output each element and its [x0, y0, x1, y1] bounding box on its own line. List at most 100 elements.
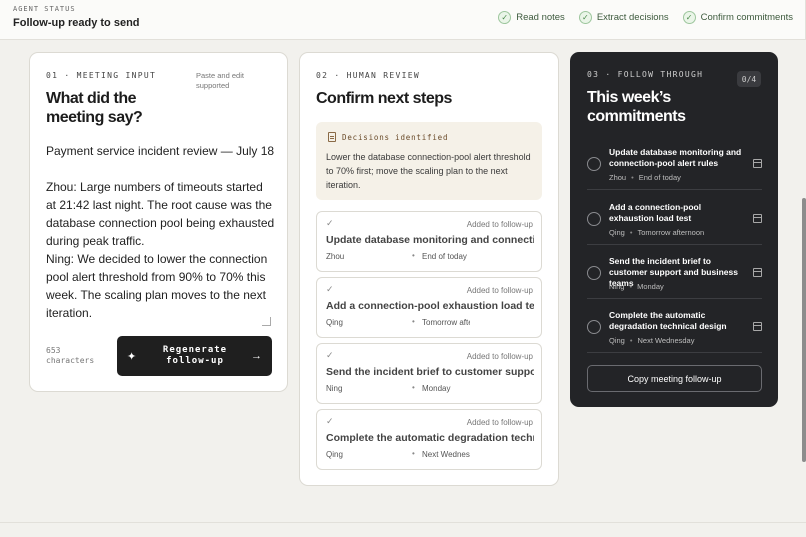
decisions-header: Decisions identified: [328, 132, 448, 142]
commitment-due: Next Wednesday: [637, 336, 695, 345]
due-field[interactable]: End of today: [422, 252, 470, 261]
separator-dot: •: [631, 173, 634, 182]
owner-field[interactable]: Zhou: [326, 252, 344, 261]
commitment-owner: Qing: [609, 336, 625, 345]
commitment-item[interactable]: Send the incident brief to customer supp…: [587, 256, 762, 299]
human-review-card: 02 · HUMAN REVIEW Confirm next steps Dec…: [299, 52, 559, 486]
regenerate-label: Regenerate follow-up: [162, 345, 228, 366]
meeting-heading-line: Payment service incident review — July 1…: [46, 144, 275, 158]
progress-steps: ✓ Read notes ✓ Extract decisions ✓ Confi…: [498, 11, 793, 24]
commitment-due: Monday: [637, 282, 664, 291]
section-label: 03 · FOLLOW THROUGH: [587, 70, 704, 79]
step-read-notes: ✓ Read notes: [498, 11, 565, 24]
added-status: Added to follow-up: [466, 286, 533, 295]
check-icon: ✓: [498, 11, 512, 24]
copy-follow-up-button[interactable]: Copy meeting follow-up: [587, 365, 762, 392]
check-icon: ✓: [578, 11, 592, 24]
separator-dot: •: [412, 449, 415, 458]
added-status: Added to follow-up: [466, 352, 533, 361]
calendar-icon[interactable]: [753, 322, 762, 331]
commitment-title: Complete the automatic degradation techn…: [609, 310, 727, 331]
commitment-meta: Qing • Next Wednesday: [609, 336, 694, 345]
checkbox-circle[interactable]: [587, 266, 601, 280]
footer-divider: [0, 522, 806, 523]
check-icon: ✓: [326, 416, 334, 426]
checkbox-circle[interactable]: [587, 157, 601, 171]
resize-handle[interactable]: [262, 317, 271, 326]
completion-count: 0/4: [737, 71, 761, 87]
char-count-value: 653: [46, 346, 61, 355]
commitment-item[interactable]: Update database monitoring and connectio…: [587, 147, 762, 190]
step-label: Confirm commitments: [700, 12, 793, 23]
commitment-title: Add a connection-pool exhaustion load te…: [609, 202, 702, 223]
section-title: This week’s commitments: [587, 89, 686, 125]
paste-hint: Paste and edit supported: [196, 71, 244, 90]
review-item-title[interactable]: Send the incident brief to customer supp…: [326, 366, 534, 378]
decisions-text: Lower the database connection-pool alert…: [326, 152, 531, 190]
review-item[interactable]: ✓ Added to follow-up Complete the automa…: [316, 409, 542, 470]
review-item-title[interactable]: Update database monitoring and connectio…: [326, 234, 534, 246]
separator-dot: •: [629, 282, 633, 291]
separator-dot: •: [412, 251, 415, 260]
check-icon: ✓: [326, 284, 334, 294]
review-item[interactable]: ✓ Added to follow-up Send the incident b…: [316, 343, 542, 404]
commitment-owner: Ning: [609, 282, 625, 291]
regenerate-follow-up-button[interactable]: ✦ Regenerate follow-up →: [117, 336, 272, 376]
decisions-panel: Decisions identified Lower the database …: [316, 122, 542, 200]
checkbox-circle[interactable]: [587, 320, 601, 334]
step-extract-decisions: ✓ Extract decisions: [578, 11, 669, 24]
commitment-meta: Ning • Monday: [609, 282, 664, 291]
commitment-owner: Qing: [609, 228, 625, 237]
review-item-title[interactable]: Complete the automatic degradation techn…: [326, 432, 534, 444]
calendar-icon[interactable]: [753, 268, 762, 277]
due-field[interactable]: Next Wednesday: [422, 450, 470, 459]
meeting-notes-textarea[interactable]: Payment service incident review — July 1…: [46, 142, 276, 324]
document-icon: [328, 132, 336, 142]
added-status: Added to follow-up: [466, 220, 533, 229]
calendar-icon[interactable]: [753, 214, 762, 223]
owner-field[interactable]: Ning: [326, 384, 342, 393]
sparkle-icon: ✦: [127, 350, 137, 363]
review-item-title[interactable]: Add a connection-pool exhaustion load te…: [326, 300, 534, 312]
commitment-due: End of today: [638, 173, 681, 182]
separator-dot: •: [629, 336, 633, 345]
check-icon: ✓: [682, 11, 696, 24]
commitment-owner: Zhou: [609, 173, 627, 182]
agent-status-bar: AGENT STATUS Follow-up ready to send ✓ R…: [0, 0, 806, 40]
due-field[interactable]: Monday: [422, 384, 470, 393]
section-label: 02 · HUMAN REVIEW: [316, 71, 420, 80]
owner-field[interactable]: Qing: [326, 450, 343, 459]
commitment-item[interactable]: Add a connection-pool exhaustion load te…: [587, 202, 762, 245]
section-title: Confirm next steps: [316, 90, 452, 107]
commitment-item[interactable]: Complete the automatic degradation techn…: [587, 310, 762, 353]
review-item[interactable]: ✓ Added to follow-up Add a connection-po…: [316, 277, 542, 338]
check-icon: ✓: [326, 350, 334, 360]
agent-status-eyebrow: AGENT STATUS: [13, 5, 76, 13]
separator-dot: •: [412, 317, 415, 326]
due-field[interactable]: Tomorrow afternoon: [422, 318, 470, 327]
meeting-input-card: 01 · MEETING INPUT Paste and edit suppor…: [29, 52, 288, 392]
arrow-right-icon: →: [251, 350, 262, 362]
review-item[interactable]: ✓ Added to follow-up Update database mon…: [316, 211, 542, 272]
section-title: What did the meeting say?: [46, 90, 143, 126]
separator-dot: •: [629, 228, 633, 237]
decisions-header-label: Decisions identified: [342, 132, 449, 142]
checkbox-circle[interactable]: [587, 212, 601, 226]
commitment-due: Tomorrow afternoon: [637, 228, 705, 237]
section-label: 01 · MEETING INPUT: [46, 71, 157, 80]
page-scrollbar[interactable]: [802, 198, 806, 462]
meeting-body-text: Zhou: Large numbers of timeouts started …: [46, 180, 275, 320]
step-label: Extract decisions: [596, 12, 669, 23]
step-confirm-commitments: ✓ Confirm commitments: [682, 11, 793, 24]
separator-dot: •: [412, 383, 415, 392]
owner-field[interactable]: Qing: [326, 318, 343, 327]
step-label: Read notes: [516, 12, 565, 23]
commitment-meta: Qing • Tomorrow afternoon: [609, 228, 704, 237]
added-status: Added to follow-up: [466, 418, 533, 427]
commitment-meta: Zhou • End of today: [609, 173, 681, 182]
calendar-icon[interactable]: [753, 159, 762, 168]
char-count-unit: characters: [46, 356, 95, 365]
check-icon: ✓: [326, 218, 334, 228]
agent-status-text: Follow-up ready to send: [13, 17, 140, 29]
commitment-title: Update database monitoring and connectio…: [609, 147, 742, 168]
